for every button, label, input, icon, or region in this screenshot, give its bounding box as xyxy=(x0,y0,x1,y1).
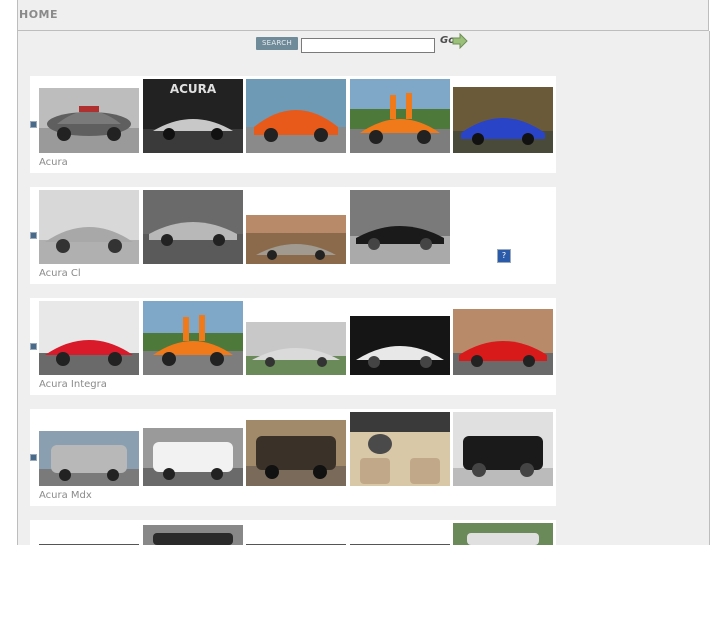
category-link[interactable]: Acura xyxy=(39,157,68,168)
gallery-row-acura-mdx: Acura Mdx xyxy=(30,409,556,506)
car-thumbnail[interactable] xyxy=(350,190,450,264)
search-button[interactable]: SEARCH xyxy=(256,37,298,50)
car-thumbnail[interactable] xyxy=(39,301,139,375)
car-thumbnail[interactable] xyxy=(246,215,346,264)
car-thumbnail[interactable] xyxy=(39,431,139,486)
car-thumbnail[interactable] xyxy=(143,301,243,375)
bullet-icon xyxy=(30,454,37,461)
car-thumbnail[interactable] xyxy=(246,420,346,486)
category-link[interactable]: Acura Cl xyxy=(39,268,81,279)
arrow-right-icon xyxy=(452,33,468,49)
home-link[interactable]: HOME xyxy=(19,8,58,21)
bullet-icon xyxy=(30,343,37,350)
bullet-icon xyxy=(30,232,37,239)
category-link[interactable]: Acura Mdx xyxy=(39,490,92,501)
category-link[interactable]: Acura Integra xyxy=(39,379,107,390)
car-thumbnail[interactable] xyxy=(246,322,346,375)
svg-text:ACURA: ACURA xyxy=(170,82,217,96)
car-thumbnail[interactable] xyxy=(350,412,450,486)
car-thumbnail[interactable] xyxy=(350,316,450,375)
car-thumbnail[interactable] xyxy=(143,190,243,264)
car-thumbnail[interactable] xyxy=(453,309,553,375)
car-thumbnail[interactable] xyxy=(143,525,243,545)
gallery-row-partial xyxy=(30,520,556,617)
bullet-icon xyxy=(30,121,37,128)
go-button[interactable]: Go xyxy=(440,32,470,52)
gallery-row-acura-cl: ? Acura Cl xyxy=(30,187,556,284)
car-thumbnail[interactable] xyxy=(39,190,139,264)
car-thumbnail[interactable] xyxy=(246,79,346,153)
frame-border-right xyxy=(708,0,709,32)
header-bar: HOME xyxy=(18,0,708,31)
car-thumbnail[interactable] xyxy=(143,428,243,486)
gallery-row-acura-integra: Acura Integra xyxy=(30,298,556,395)
gallery-row-acura: ACURA Acura xyxy=(30,76,556,173)
main-content: SEARCH Go ACURA Acura ? Acura Cl Acura I… xyxy=(18,31,710,617)
car-thumbnail[interactable] xyxy=(39,88,139,153)
search-input[interactable] xyxy=(301,38,435,53)
car-thumbnail[interactable] xyxy=(453,412,553,486)
car-thumbnail[interactable] xyxy=(453,87,553,153)
missing-image-icon: ? xyxy=(497,249,511,263)
car-thumbnail[interactable] xyxy=(350,79,450,153)
car-thumbnail[interactable]: ACURA xyxy=(143,79,243,153)
car-thumbnail[interactable] xyxy=(453,523,553,545)
